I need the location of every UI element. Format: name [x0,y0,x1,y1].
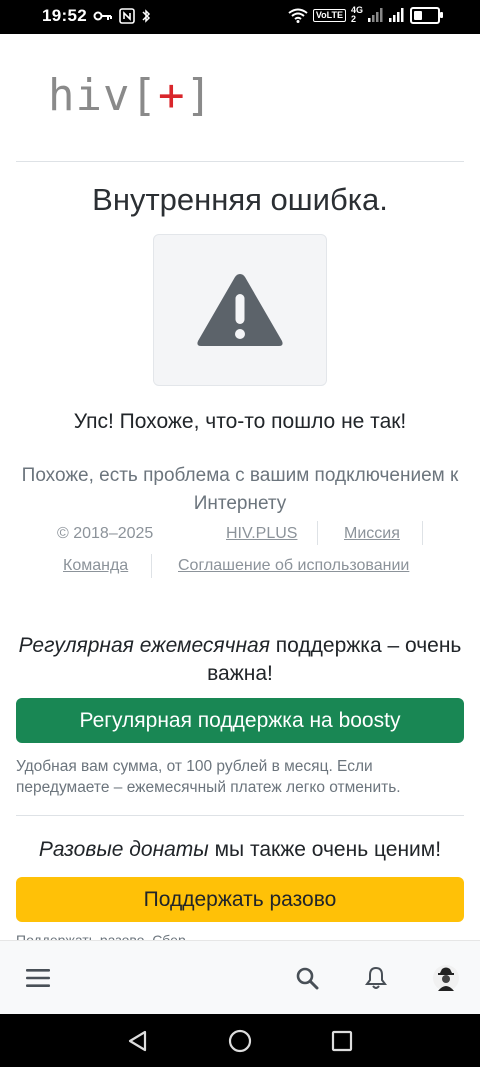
logo-text: hiv[ [48,70,158,121]
copyright: © 2018–2025 [57,525,154,542]
logo-bracket: ] [185,70,213,121]
one-time-heading-italic: Разовые донаты [38,838,209,861]
key-icon [93,11,112,21]
back-button[interactable] [125,1028,151,1054]
status-bar: 19:52 VoLTE 4G 2 [0,0,480,34]
warning-box [153,234,327,386]
support-note: Удобная вам сумма, от 100 рублей в месяц… [16,758,401,796]
support-divider [16,815,464,816]
search-icon [296,967,319,990]
link-hiv-plus[interactable]: HIV.PLUS [226,525,297,543]
connection-message: Похоже, есть проблема с вашим подключени… [21,465,459,514]
menu-icon [26,969,50,987]
logo-plus: + [157,70,186,121]
separator [151,554,152,578]
recents-icon [331,1030,353,1052]
link-terms[interactable]: Соглашение об использовании [178,557,409,575]
monthly-support-heading: Регулярная ежемесячная поддержка – очень… [0,632,480,688]
oops-message: Упс! Похоже, что-то пошло не так! [73,410,407,433]
status-time: 19:52 [42,6,87,25]
back-icon [128,1030,147,1052]
footer-links-row-1: © 2018–2025 HIV.PLUS Миссия [0,521,480,549]
sim-slot-label: 2 [350,14,356,24]
signal-icon-2 [389,8,404,22]
one-time-heading-rest: мы также очень ценим! [214,838,442,861]
avatar[interactable] [431,963,461,993]
search-button[interactable] [292,963,322,993]
separator [317,521,318,545]
notifications-button[interactable] [361,963,391,993]
menu-button[interactable] [23,963,53,993]
network-type: 4G 2 [351,6,363,24]
signal-icon [368,8,383,22]
recents-button[interactable] [329,1028,355,1054]
boosty-support-button[interactable]: Регулярная поддержка на boosty [16,698,464,743]
error-title: Внутренняя ошибка. [92,182,388,217]
battery-icon [410,6,443,24]
system-navigation-bar [0,1014,480,1067]
link-team[interactable]: Команда [63,557,128,575]
footer-links-row-2: Команда Соглашение об использовании [0,554,480,581]
one-time-donation-button[interactable]: Поддержать разово [16,877,464,922]
home-icon [228,1029,252,1053]
warning-triangle-icon [197,274,283,346]
bluetooth-icon [142,9,151,23]
site-logo[interactable]: hiv[+] [48,70,213,122]
volte-badge: VoLTE [312,8,346,22]
home-button[interactable] [227,1028,253,1054]
separator [422,521,423,545]
bell-icon [365,966,387,989]
monthly-support-heading-italic: Регулярная ежемесячная [18,634,270,657]
link-mission[interactable]: Миссия [344,525,400,543]
bottom-app-bar [0,940,480,1015]
one-time-donation-heading: Разовые донаты мы также очень ценим! [0,838,480,862]
nfc-icon [119,8,135,24]
header-divider [16,161,464,162]
avatar-icon [433,965,459,991]
wifi-icon [288,8,308,23]
